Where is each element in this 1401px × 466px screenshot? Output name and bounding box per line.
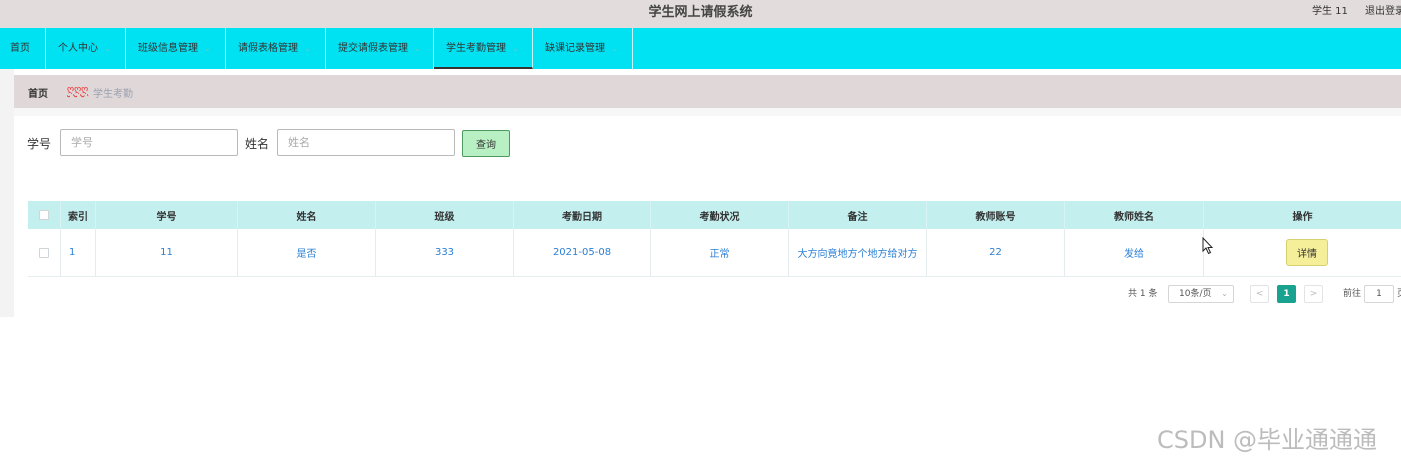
page-size-select[interactable]: 10条/页 ⌄ [1168, 285, 1234, 303]
name-input[interactable] [277, 129, 455, 156]
nav-item-personal-center[interactable]: 个人中心 ⌄ [46, 28, 126, 69]
mouse-cursor-icon [1202, 237, 1214, 255]
nav-item-submit-leave[interactable]: 提交请假表管理 ⌄ [326, 28, 434, 69]
current-page[interactable]: 1 [1277, 285, 1296, 303]
cell-teacher-account: 22 [927, 229, 1065, 276]
breadcrumb-current: 学生考勤 [93, 89, 133, 100]
chevron-down-icon: ⌄ [104, 44, 111, 53]
nav-item-attendance[interactable]: 学生考勤管理 ⌄ [434, 28, 533, 69]
chevron-down-icon: ⌄ [1221, 289, 1228, 298]
column-header: 学号 [96, 201, 238, 229]
watermark: CSDN @毕业通通通 [1157, 426, 1378, 454]
current-user: 学生 11 [1312, 6, 1348, 17]
chevron-down-icon: ⌄ [414, 44, 421, 53]
chevron-down-icon: ⌄ [611, 44, 618, 53]
app-title: 学生网上请假系统 [648, 5, 753, 20]
column-header: 姓名 [238, 201, 376, 229]
prev-page-button[interactable]: < [1250, 285, 1269, 303]
column-header: 班级 [376, 201, 514, 229]
column-header: 考勤日期 [514, 201, 651, 229]
name-label: 姓名 [245, 137, 270, 151]
column-header: 教师姓名 [1065, 201, 1204, 229]
query-button[interactable]: 查询 [462, 130, 510, 157]
row-checkbox[interactable] [39, 247, 49, 258]
breadcrumb-separator: ღღღ [67, 85, 89, 95]
column-header: 考勤状况 [651, 201, 789, 229]
cell-remark: 大方向竟地方个地方给对方 [789, 229, 927, 276]
select-all-checkbox[interactable] [39, 210, 49, 220]
nav-item-absence-record[interactable]: 缺课记录管理 ⌄ [533, 28, 633, 69]
goto-label: 前往 [1343, 289, 1362, 299]
nav-item-leave-form[interactable]: 请假表格管理 ⌄ [226, 28, 326, 69]
column-header: 操作 [1292, 211, 1313, 223]
cell-class: 333 [376, 229, 514, 276]
logout-link[interactable]: 退出登录 [1365, 0, 1401, 24]
next-page-button[interactable]: > [1304, 285, 1323, 303]
main-nav: 首页 个人中心 ⌄ 班级信息管理 ⌄ 请假表格管理 ⌄ 提交请假表管理 ⌄ 学生考勤管理… [0, 28, 1401, 69]
column-header: 备注 [789, 201, 927, 229]
column-header: 教师账号 [927, 201, 1065, 229]
nav-item-class-info[interactable]: 班级信息管理 ⌄ [126, 28, 226, 69]
chevron-down-icon: ⌄ [304, 44, 311, 53]
cell-status: 正常 [651, 229, 789, 276]
student-id-label: 学号 [27, 137, 52, 151]
table-row: 1 11 是否 333 2021-05-08 正常 大方向竟地方个地方给对方 2… [28, 229, 1401, 277]
pagination-total: 共 1 条 [1128, 289, 1158, 299]
cell-teacher-name: 发给 [1065, 229, 1204, 276]
breadcrumb-home[interactable]: 首页 [28, 85, 48, 100]
cell-student-id: 11 [96, 229, 238, 276]
nav-item-home[interactable]: 首页 [0, 28, 46, 69]
cell-name: 是否 [238, 229, 376, 276]
student-id-input[interactable] [60, 129, 238, 156]
table-header: 索引 学号 姓名 班级 考勤日期 考勤状况 备注 教师账号 教师姓名 操作 [28, 201, 1401, 229]
breadcrumb: 首页 ღღღ 学生考勤 [14, 75, 1401, 108]
top-header: 学生网上请假系统 学生 11 退出登录 [0, 0, 1401, 28]
chevron-down-icon: ⌄ [512, 44, 519, 53]
page-suffix: 页 [1397, 285, 1401, 303]
chevron-down-icon: ⌄ [204, 44, 211, 53]
column-header: 索引 [61, 201, 96, 229]
cell-date: 2021-05-08 [514, 229, 651, 276]
detail-button[interactable]: 详情 [1286, 239, 1328, 266]
goto-page-input[interactable]: 1 [1364, 285, 1394, 303]
cell-index: 1 [61, 229, 96, 276]
